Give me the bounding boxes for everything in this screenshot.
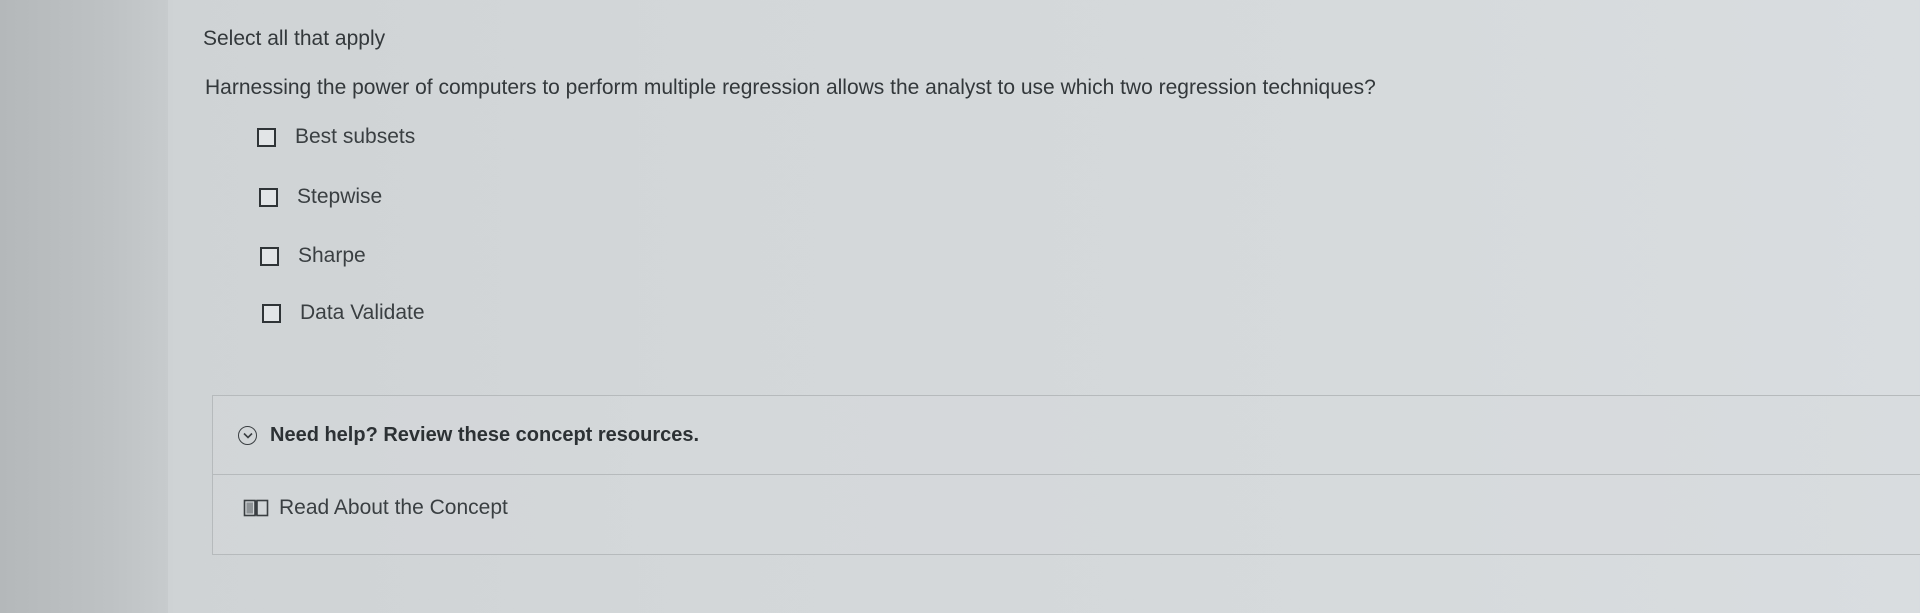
help-toggle[interactable]: Need help? Review these concept resource… bbox=[213, 396, 1920, 475]
help-title: Need help? Review these concept resource… bbox=[270, 423, 700, 446]
question-text: Harnessing the power of computers to per… bbox=[205, 76, 1376, 99]
resource-label: Read About the Concept bbox=[279, 496, 508, 519]
read-about-concept-link[interactable]: Read About the Concept bbox=[243, 496, 508, 520]
option-best-subsets[interactable]: Best subsets bbox=[257, 125, 415, 149]
instruction-text: Select all that apply bbox=[203, 27, 386, 50]
book-icon bbox=[243, 498, 269, 518]
checkbox[interactable] bbox=[260, 246, 279, 266]
option-label: Best subsets bbox=[295, 125, 416, 148]
chevron-down-circle-icon[interactable] bbox=[238, 425, 257, 445]
option-data-validate[interactable]: Data Validate bbox=[262, 301, 425, 325]
option-stepwise[interactable]: Stepwise bbox=[259, 185, 382, 209]
checkbox[interactable] bbox=[259, 187, 278, 207]
checkbox[interactable] bbox=[262, 303, 281, 323]
option-sharpe[interactable]: Sharpe bbox=[260, 244, 366, 268]
option-label: Stepwise bbox=[297, 185, 383, 208]
option-label: Sharpe bbox=[298, 244, 366, 267]
help-panel: Need help? Review these concept resource… bbox=[212, 395, 1920, 555]
left-margin-strip bbox=[0, 0, 168, 613]
checkbox[interactable] bbox=[257, 127, 276, 147]
option-label: Data Validate bbox=[300, 301, 425, 324]
